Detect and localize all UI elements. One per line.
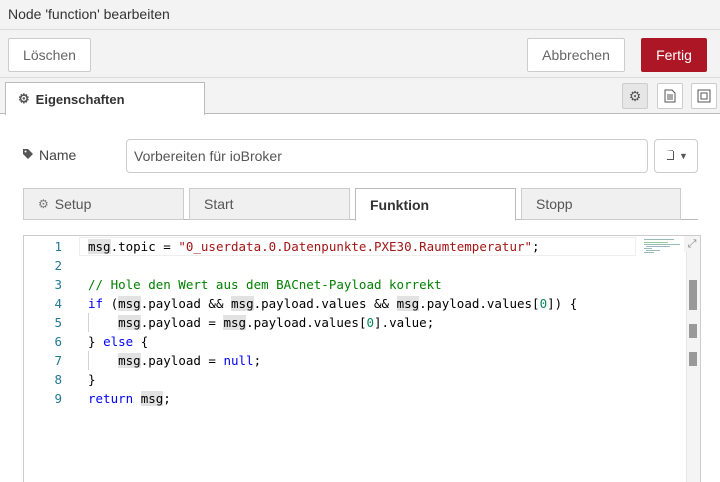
line-number: 3 [54, 277, 62, 292]
appearance-tab-button[interactable] [691, 83, 717, 109]
action-bar: Löschen Abbrechen Fertig [0, 30, 720, 78]
line-number: 7 [54, 353, 62, 368]
line-number: 1 [54, 239, 62, 254]
gear-icon: ⚙ [18, 91, 30, 106]
minimap-line [644, 244, 680, 245]
gear-icon: ⚙ [628, 87, 642, 104]
tab-start[interactable]: Start [189, 188, 350, 220]
dialog-titlebar: Node 'function' bearbeiten [0, 0, 720, 30]
line-number: 4 [54, 296, 62, 311]
scrollbar-marker [689, 324, 697, 338]
line-number: 6 [54, 334, 62, 349]
tab-properties[interactable]: ⚙ Eigenschaften [5, 82, 205, 115]
scrollbar-marker [689, 352, 697, 366]
line-number-gutter: 1 2 3 4 5 6 7 8 9 [24, 236, 79, 482]
settings-tab-button[interactable]: ⚙ [622, 83, 648, 109]
tab-stop-label: Stopp [536, 196, 573, 212]
tab-stop[interactable]: Stopp [521, 188, 681, 220]
tag-icon [22, 148, 34, 163]
line-number: 5 [54, 315, 62, 330]
properties-tabstrip: ⚙ Eigenschaften [0, 78, 720, 115]
scrollbar-marker [689, 280, 697, 310]
minimap-line [646, 246, 670, 247]
edit-node-dialog: Node 'function' bearbeiten Löschen Abbre… [0, 0, 720, 482]
code-line-8: } [88, 372, 96, 387]
frame-icon [697, 89, 711, 103]
delete-button[interactable]: Löschen [8, 38, 91, 72]
tab-function-label: Funktion [370, 196, 430, 213]
expand-icon[interactable]: ⤢ [684, 236, 700, 252]
name-label-text: Name [39, 147, 77, 163]
tab-setup-label: Setup [54, 196, 92, 212]
tab-start-label: Start [204, 196, 234, 212]
book-icon [664, 149, 676, 164]
dialog-title: Node 'function' bearbeiten [8, 6, 170, 22]
function-subtabs: ⚙ Setup Start Funktion Stopp [23, 187, 698, 221]
minimap-line [644, 239, 674, 240]
line-number: 8 [54, 372, 62, 387]
tab-properties-label: Eigenschaften [35, 91, 125, 107]
tab-setup[interactable]: ⚙ Setup [23, 188, 184, 220]
code-line-7: msg.payload = null; [118, 353, 262, 368]
description-tab-button[interactable] [657, 83, 683, 109]
line-number: 2 [54, 258, 62, 273]
gear-icon: ⚙ [38, 197, 49, 211]
minimap-line [644, 252, 654, 253]
code-line-6: } else { [88, 334, 149, 349]
cancel-button[interactable]: Abbrechen [527, 38, 625, 72]
library-button[interactable]: ▼ [654, 139, 698, 173]
editor-scrollbar[interactable] [686, 236, 700, 482]
minimap-line [644, 248, 652, 249]
line-number: 9 [54, 391, 62, 406]
code-editor[interactable]: 1 2 3 4 5 6 7 8 9 msg.topic = "0_userdat… [23, 235, 701, 482]
name-label: Name [22, 147, 76, 163]
code-line-9: return msg; [88, 391, 171, 406]
minimap-line [644, 242, 668, 243]
code-line-5: msg.payload = msg.payload.values[0].valu… [118, 315, 435, 330]
done-button[interactable]: Fertig [641, 38, 707, 72]
name-input[interactable] [126, 139, 648, 173]
code-line-4: if (msg.payload && msg.payload.values &&… [88, 296, 578, 311]
code-line-3: // Hole den Wert aus dem BACnet-Payload … [88, 277, 442, 292]
editor-minimap[interactable] [644, 238, 684, 254]
document-icon [664, 89, 676, 103]
code-line-1: msg.topic = "0_userdata.0.Datenpunkte.PX… [88, 239, 540, 254]
tab-function[interactable]: Funktion [355, 188, 516, 221]
chevron-down-icon: ▼ [679, 151, 688, 161]
minimap-line [646, 250, 660, 251]
